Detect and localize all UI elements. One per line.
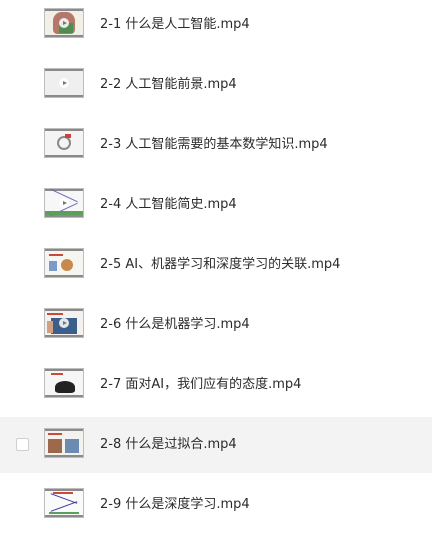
- row-checkbox[interactable]: [16, 438, 29, 451]
- file-list: 2-1 什么是人工智能.mp4 2-2 人工智能前景.mp4 2-3 人工智能需…: [0, 0, 432, 542]
- video-thumbnail-icon[interactable]: [44, 428, 84, 458]
- video-thumbnail-icon[interactable]: [44, 128, 84, 158]
- file-name[interactable]: 2-1 什么是人工智能.mp4: [100, 15, 250, 35]
- file-row-hovered[interactable]: 2-8 什么是过拟合.mp4: [0, 417, 432, 473]
- file-name[interactable]: 2-2 人工智能前景.mp4: [100, 75, 237, 95]
- file-name[interactable]: 2-6 什么是机器学习.mp4: [100, 315, 250, 335]
- file-name[interactable]: 2-8 什么是过拟合.mp4: [100, 435, 237, 455]
- file-name[interactable]: 2-7 面对AI，我们应有的态度.mp4: [100, 375, 301, 395]
- file-row[interactable]: 2-5 AI、机器学习和深度学习的关联.mp4: [0, 237, 432, 293]
- video-thumbnail-icon[interactable]: [44, 308, 84, 338]
- file-row[interactable]: 2-2 人工智能前景.mp4: [0, 57, 432, 113]
- file-row[interactable]: 2-1 什么是人工智能.mp4: [0, 0, 432, 53]
- file-row[interactable]: 2-9 什么是深度学习.mp4: [0, 477, 432, 533]
- video-thumbnail-icon[interactable]: [44, 488, 84, 518]
- file-name[interactable]: 2-4 人工智能简史.mp4: [100, 195, 237, 215]
- file-row[interactable]: 2-7 面对AI，我们应有的态度.mp4: [0, 357, 432, 413]
- file-name[interactable]: 2-9 什么是深度学习.mp4: [100, 495, 250, 515]
- video-thumbnail-icon[interactable]: [44, 248, 84, 278]
- video-thumbnail-icon[interactable]: [44, 368, 84, 398]
- video-thumbnail-icon[interactable]: [44, 68, 84, 98]
- video-thumbnail-icon[interactable]: [44, 188, 84, 218]
- file-row[interactable]: 2-4 人工智能简史.mp4: [0, 177, 432, 233]
- file-name[interactable]: 2-3 人工智能需要的基本数学知识.mp4: [100, 135, 328, 155]
- file-row[interactable]: 2-3 人工智能需要的基本数学知识.mp4: [0, 117, 432, 173]
- file-row[interactable]: 2-6 什么是机器学习.mp4: [0, 297, 432, 353]
- video-thumbnail-icon[interactable]: [44, 8, 84, 38]
- file-name[interactable]: 2-5 AI、机器学习和深度学习的关联.mp4: [100, 255, 340, 275]
